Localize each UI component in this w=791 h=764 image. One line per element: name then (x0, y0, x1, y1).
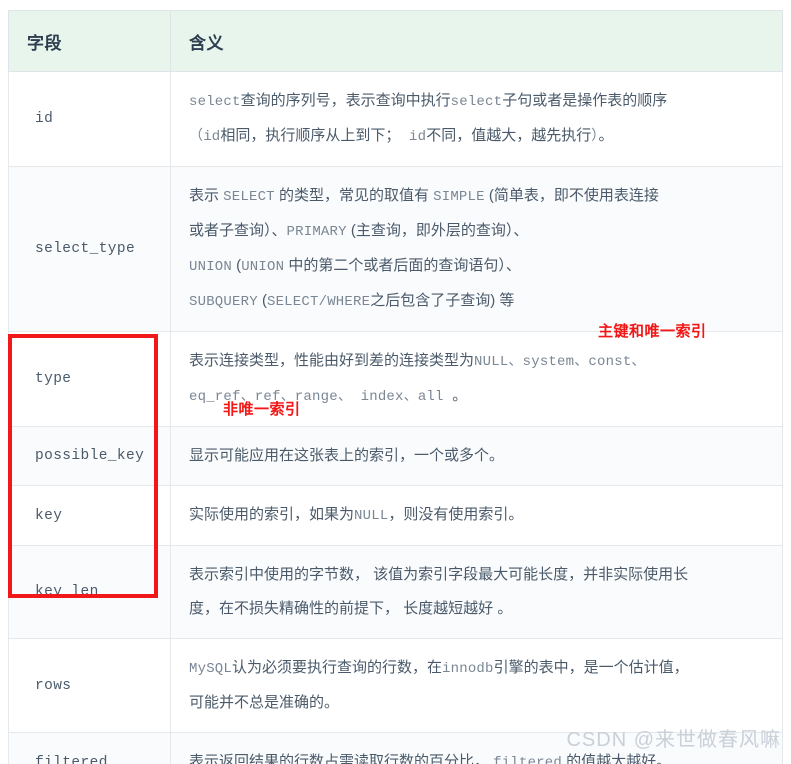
text-token: (主查询，即外层的查询）、 (346, 222, 529, 239)
table-body: id select查询的序列号，表示查询中执行select子句或者是操作表的顺序（… (8, 71, 783, 764)
cell-field-name: key (8, 485, 171, 546)
text-token: ，则没有使用索引。 (388, 506, 524, 523)
text-token: 中的第二个或者后面的查询语句）、 (284, 257, 521, 274)
annotation-primary-unique-index: 主键和唯一索引 (598, 323, 707, 340)
explain-fields-table: 字段 含义 id select查询的序列号，表示查询中执行select子句或者是操… (8, 10, 783, 764)
code-token: UNION (241, 259, 285, 275)
text-token: 不同，值越大，越先执行 (426, 127, 592, 144)
annotation-non-unique-index: 非唯一索引 (223, 401, 301, 418)
table-row: key_len 表示索引中使用的字节数， 该值为索引字段最大可能长度，并非实际使用… (8, 545, 783, 639)
text-token: 表示返回结果的行数占需读取行数的百分比， (189, 753, 494, 764)
meaning-line: （id相同，执行顺序从上到下； id不同，值越大，越先执行）。 (189, 119, 768, 154)
text-token: 的值越大越好。 (561, 753, 672, 764)
table-row: id select查询的序列号，表示查询中执行select子句或者是操作表的顺序（… (8, 71, 783, 167)
code-token: UNION (189, 259, 233, 275)
text-token: (简单表，即不使用表连接 (484, 187, 659, 204)
cell-field-name: key_len (8, 545, 171, 639)
cell-field-name: possible_key (8, 426, 171, 486)
code-token: NULL、system、const、 (474, 354, 646, 370)
meaning-line: 或者子查询）、PRIMARY (主查询，即外层的查询）、 (189, 214, 768, 249)
table-row: key 实际使用的索引，如果为NULL，则没有使用索引。 (8, 485, 783, 546)
cell-field-meaning: 显示可能应用在这张表上的索引，一个或多个。 (170, 426, 783, 486)
meaning-line: 可能并不总是准确的。 (189, 686, 768, 720)
cell-field-name: id (8, 71, 171, 167)
text-token: 子句或者是操作表的顺序 (502, 92, 668, 109)
code-token: SELECT (223, 189, 275, 205)
explain-table-container: 字段 含义 id select查询的序列号，表示查询中执行select子句或者是操… (8, 10, 783, 764)
code-token: select (189, 94, 241, 110)
code-token: （id (189, 129, 221, 145)
code-token: select (450, 94, 503, 110)
header-field: 字段 (8, 10, 171, 72)
text-token: 的类型，常见的取值有 (274, 187, 434, 204)
text-token: 之后包含了子查询) 等 (370, 292, 515, 309)
cell-field-name: select_type (8, 166, 171, 332)
meaning-line: 度，在不损失精确性的前提下， 长度越短越好 。 (189, 592, 768, 626)
table-row: type 表示连接类型，性能由好到差的连接类型为NULL、system、const… (8, 331, 783, 427)
code-token: id (400, 129, 427, 145)
meaning-line: select查询的序列号，表示查询中执行select子句或者是操作表的顺序 (189, 84, 768, 119)
text-token: 表示 (189, 187, 224, 204)
text-token: 认为必须要执行查询的行数，在 (232, 659, 443, 676)
cell-field-meaning: MySQL认为必须要执行查询的行数，在innodb引擎的表中，是一个估计值， 可能… (170, 638, 783, 733)
meaning-line: 显示可能应用在这张表上的索引，一个或多个。 (189, 439, 768, 473)
cell-field-name: rows (8, 638, 171, 733)
cell-field-name: filtered (8, 732, 171, 764)
table-header-row: 字段 含义 (8, 10, 783, 72)
text-token: 。 (452, 387, 468, 404)
code-token: SIMPLE (433, 189, 485, 205)
meaning-line: 表示 SELECT 的类型，常见的取值有 SIMPLE (简单表，即不使用表连接 (189, 179, 768, 214)
text-token: 可能并不总是准确的。 (189, 694, 340, 711)
meaning-line: MySQL认为必须要执行查询的行数，在innodb引擎的表中，是一个估计值， (189, 651, 768, 686)
code-token: filtered (493, 755, 562, 764)
header-meaning: 含义 (170, 10, 783, 72)
text-token: 表示连接类型，性能由好到差的连接类型为 (189, 352, 475, 369)
code-token: MySQL (189, 661, 233, 677)
text-token: 相同，执行顺序从上到下； (220, 127, 401, 144)
text-token: 表示索引中使用的字节数， 该值为索引字段最大可能长度，并非实际使用长 (189, 566, 689, 583)
cell-field-meaning: 实际使用的索引，如果为NULL，则没有使用索引。 (170, 485, 783, 546)
text-token: 实际使用的索引，如果为 (189, 506, 355, 523)
cell-field-meaning: 表示 SELECT 的类型，常见的取值有 SIMPLE (简单表，即不使用表连接… (170, 166, 783, 332)
meaning-line: 实际使用的索引，如果为NULL，则没有使用索引。 (189, 498, 768, 533)
cell-field-name: type (8, 331, 171, 427)
text-token: ( (257, 292, 267, 309)
page-root: 字段 含义 id select查询的序列号，表示查询中执行select子句或者是操… (0, 0, 791, 764)
text-token: 。 (598, 127, 614, 144)
meaning-line: UNION (UNION 中的第二个或者后面的查询语句）、 (189, 249, 768, 284)
meaning-line: SUBQUERY (SELECT/WHERE之后包含了子查询) 等 (189, 284, 768, 319)
text-token: 或者子查询）、 (189, 222, 287, 239)
code-token: NULL (354, 508, 389, 524)
code-token: SUBQUERY (189, 294, 258, 310)
text-token: 查询的序列号，表示查询中执行 (240, 92, 451, 109)
meaning-line: 表示连接类型，性能由好到差的连接类型为NULL、system、const、 (189, 344, 768, 379)
text-token: 引擎的表中，是一个估计值， (493, 659, 689, 676)
csdn-watermark: CSDN @来世做春风嘛 (566, 729, 781, 751)
text-token: 度，在不损失精确性的前提下， 长度越短越好 。 (189, 600, 513, 617)
cell-field-meaning: 表示索引中使用的字节数， 该值为索引字段最大可能长度，并非实际使用长 度，在不损失… (170, 545, 783, 639)
code-token: SELECT/WHERE (266, 294, 371, 310)
table-row: select_type 表示 SELECT 的类型，常见的取值有 SIMPLE (… (8, 166, 783, 332)
cell-field-meaning: select查询的序列号，表示查询中执行select子句或者是操作表的顺序 （id… (170, 71, 783, 167)
code-token: PRIMARY (286, 224, 347, 240)
text-token: 显示可能应用在这张表上的索引，一个或多个。 (189, 447, 505, 464)
table-row: rows MySQL认为必须要执行查询的行数，在innodb引擎的表中，是一个估计… (8, 638, 783, 733)
table-row: possible_key 显示可能应用在这张表上的索引，一个或多个。 (8, 426, 783, 486)
text-token: ( (232, 257, 242, 274)
table-header: 字段 含义 (8, 10, 783, 72)
code-token: innodb (442, 661, 494, 677)
meaning-line: 表示索引中使用的字节数， 该值为索引字段最大可能长度，并非实际使用长 (189, 558, 768, 592)
